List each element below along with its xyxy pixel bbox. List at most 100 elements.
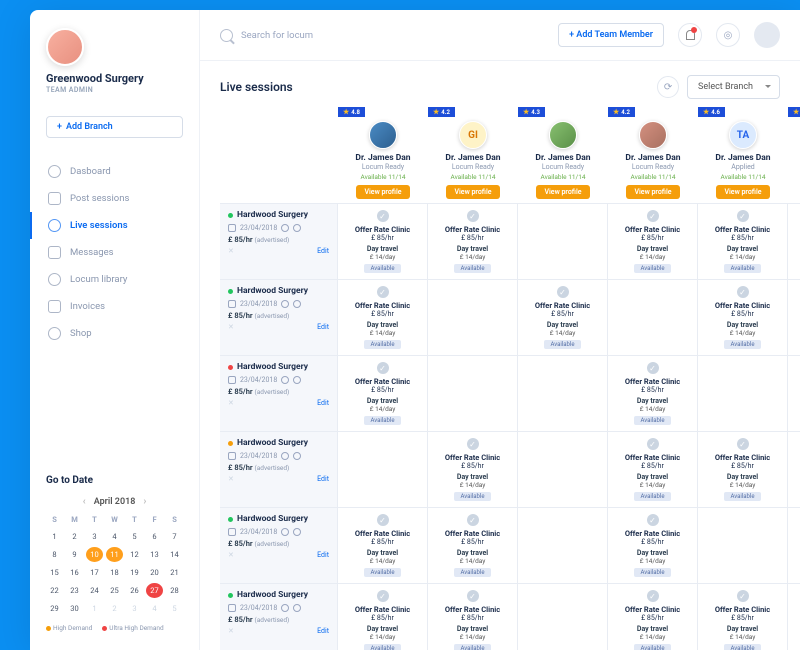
nav-post-sessions[interactable]: Post sessions [30,185,199,212]
search-input[interactable]: Search for locum [220,29,544,42]
cal-day[interactable]: 16 [66,565,83,580]
availability-cell[interactable]: ✓Offer Rate Clinic£ 85/hrDay travel£ 14/… [698,280,788,355]
edit-link[interactable]: Edit [317,399,329,407]
cal-day[interactable]: 27 [146,583,163,598]
view-profile-button[interactable]: View profile [536,185,589,199]
view-profile-button[interactable]: View profile [716,185,769,199]
cal-day[interactable]: 23 [66,583,83,598]
availability-cell[interactable]: ✓Offer Rate Clinic£ 85/hrDay travel£ 14/… [518,280,608,355]
cal-day[interactable]: 3 [126,601,143,616]
cal-day[interactable]: 29 [46,601,63,616]
availability-cell[interactable]: ✓Offer Rate Clinic£ 85/hrDay travel£ 14/… [788,432,800,507]
user-avatar[interactable] [46,28,84,66]
edit-link[interactable]: Edit [317,627,329,635]
cal-day[interactable]: 18 [106,565,123,580]
availability-cell[interactable] [788,356,800,431]
cal-day[interactable]: 25 [106,583,123,598]
availability-cell[interactable]: ✓Offer Rate Clinic£ 85/hrDay travel£ 14/… [788,204,800,279]
view-profile-button[interactable]: View profile [446,185,499,199]
availability-cell[interactable] [698,356,788,431]
cal-day[interactable]: 6 [146,529,163,544]
availability-cell[interactable] [518,584,608,650]
availability-cell[interactable]: ✓Offer Rate Clinic£ 85/hrDay travel£ 14/… [428,432,518,507]
refresh-icon[interactable]: ⟳ [657,76,679,98]
availability-cell[interactable] [338,432,428,507]
cal-day[interactable]: 15 [46,565,63,580]
availability-cell[interactable]: ✓Offer Rate Clinic£ 85/hrDay travel£ 14/… [338,280,428,355]
cal-day[interactable]: 4 [106,529,123,544]
cal-day[interactable]: 9 [66,547,83,562]
availability-cell[interactable] [428,356,518,431]
cal-day[interactable]: 14 [166,547,183,562]
availability-cell[interactable]: ✓Offer Rate Clinic£ 85/hrDay travel£ 14/… [788,508,800,583]
availability-cell[interactable]: ✓Offer Rate Clinic£ 85/hrDay travel£ 14/… [608,508,698,583]
cal-day[interactable]: 5 [126,529,143,544]
availability-cell[interactable] [608,280,698,355]
cal-day[interactable]: 2 [66,529,83,544]
view-profile-button[interactable]: View profile [356,185,409,199]
edit-link[interactable]: Edit [317,551,329,559]
availability-cell[interactable]: ✓Offer Rate Clinic£ 85/hrDay travel£ 14/… [698,584,788,650]
availability-cell[interactable] [698,508,788,583]
cal-day[interactable]: 3 [86,529,103,544]
nav-messages[interactable]: Messages [30,239,199,266]
nav-invoices[interactable]: Invoices [30,293,199,320]
add-team-button[interactable]: + Add Team Member [558,23,664,47]
availability-cell[interactable]: ✓Offer Rate Clinic£ 85/hrDay travel£ 14/… [608,584,698,650]
cal-day[interactable]: 13 [146,547,163,562]
availability-cell[interactable]: ✓Offer Rate Clinic£ 85/hrDay travel£ 14/… [428,584,518,650]
availability-cell[interactable] [428,280,518,355]
cal-day[interactable]: 2 [106,601,123,616]
notifications-icon[interactable] [678,23,702,47]
availability-cell[interactable]: ✓Offer Rate Clinic£ 85/hrDay travel£ 14/… [338,356,428,431]
cal-day[interactable]: 5 [166,601,183,616]
availability-cell[interactable]: ✓Offer Rate Clinic£ 85/hrDay travel£ 14/… [788,280,800,355]
cal-day[interactable]: 19 [126,565,143,580]
availability-cell[interactable]: ✓Offer Rate Clinic£ 85/hrDay travel£ 14/… [338,508,428,583]
cal-day[interactable]: 1 [86,601,103,616]
content[interactable]: ★4.8Dr. James DanLocum ReadyAvailable 11… [200,107,800,650]
availability-cell[interactable]: ✓Offer Rate Clinic£ 85/hrDay travel£ 14/… [698,204,788,279]
edit-link[interactable]: Edit [317,323,329,331]
cal-day[interactable]: 24 [86,583,103,598]
availability-cell[interactable]: ✓Offer Rate Clinic£ 85/hrDay travel£ 14/… [338,204,428,279]
view-profile-button[interactable]: View profile [626,185,679,199]
cal-next-icon[interactable]: › [143,496,146,507]
cal-day[interactable]: 8 [46,547,63,562]
branch-dropdown[interactable]: Select Branch [687,75,780,99]
availability-cell[interactable]: ✓Offer Rate Clinic£ 85/hrDay travel£ 14/… [698,432,788,507]
cal-prev-icon[interactable]: ‹ [83,496,86,507]
cal-day[interactable]: 11 [106,547,123,562]
nav-shop[interactable]: Shop [30,320,199,347]
cal-day[interactable]: 30 [66,601,83,616]
topbar-avatar[interactable] [754,22,780,48]
availability-cell[interactable]: ✓Offer Rate Clinic£ 85/hrDay travel£ 14/… [788,584,800,650]
edit-link[interactable]: Edit [317,475,329,483]
availability-cell[interactable] [518,356,608,431]
availability-cell[interactable]: ✓Offer Rate Clinic£ 85/hrDay travel£ 14/… [428,204,518,279]
cal-day[interactable]: 28 [166,583,183,598]
availability-cell[interactable]: ✓Offer Rate Clinic£ 85/hrDay travel£ 14/… [608,356,698,431]
cal-day[interactable]: 7 [166,529,183,544]
help-icon[interactable]: ◎ [716,23,740,47]
cal-day[interactable]: 21 [166,565,183,580]
availability-cell[interactable] [518,508,608,583]
cal-day[interactable]: 1 [46,529,63,544]
cal-day[interactable]: 4 [146,601,163,616]
cal-day[interactable]: 10 [86,547,103,562]
availability-cell[interactable]: ✓Offer Rate Clinic£ 85/hrDay travel£ 14/… [428,508,518,583]
add-branch-button[interactable]: +Add Branch [46,116,183,138]
availability-cell[interactable]: ✓Offer Rate Clinic£ 85/hrDay travel£ 14/… [338,584,428,650]
nav-dasboard[interactable]: Dasboard [30,158,199,185]
cal-day[interactable]: 22 [46,583,63,598]
cal-day[interactable]: 20 [146,565,163,580]
nav-live-sessions[interactable]: Live sessions [30,212,199,239]
availability-cell[interactable]: ✓Offer Rate Clinic£ 85/hrDay travel£ 14/… [608,204,698,279]
availability-cell[interactable] [518,204,608,279]
cal-day[interactable]: 26 [126,583,143,598]
edit-link[interactable]: Edit [317,247,329,255]
cal-day[interactable]: 17 [86,565,103,580]
nav-locum-library[interactable]: Locum library [30,266,199,293]
availability-cell[interactable]: ✓Offer Rate Clinic£ 85/hrDay travel£ 14/… [608,432,698,507]
availability-cell[interactable] [518,432,608,507]
